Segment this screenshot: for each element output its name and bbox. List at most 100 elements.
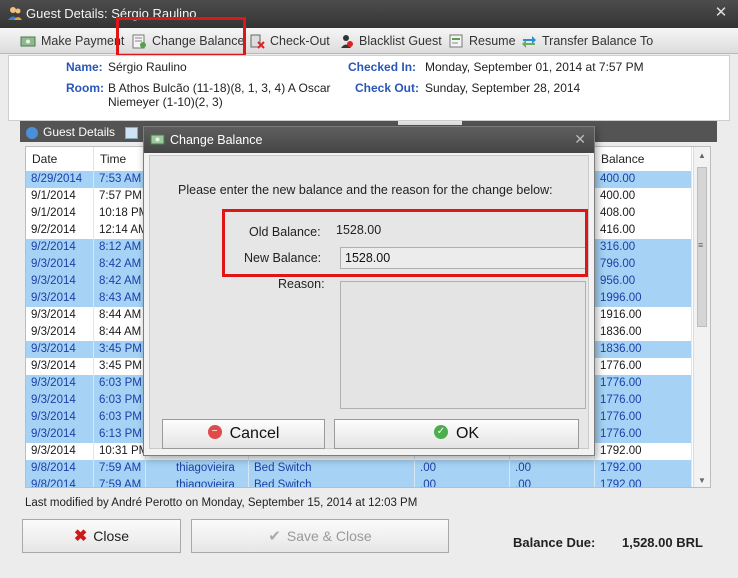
transfer-icon [522,35,536,48]
cell-time: 6:03 PM [94,392,146,409]
guest-name: Sérgio Raulino [108,60,187,74]
ok-label: OK [455,425,480,442]
name-label: Name: [66,60,103,74]
cell-date: 9/3/2014 [26,273,94,290]
cell-balance: 1996.00 [595,290,692,307]
transfer-balance-label: Transfer Balance To [542,34,654,48]
tab-guest-details[interactable]: Guest Details [26,123,115,142]
cell-time: 7:57 PM [94,188,146,205]
cell-time: 7:53 AM [94,171,146,188]
cell-date: 9/3/2014 [26,341,94,358]
check-out-label-info: Check Out: [355,81,420,95]
guest-tab-icon [26,126,38,139]
transfer-balance-button[interactable]: Transfer Balance To [521,28,653,54]
cell-balance: 796.00 [595,256,692,273]
cell-date: 9/3/2014 [26,324,94,341]
cell-date: 9/2/2014 [26,222,94,239]
window-close-button[interactable]: ✕ [712,3,730,23]
dialog-title: Change Balance [170,133,263,147]
blacklist-icon [341,34,353,48]
cell-date: 9/2/2014 [26,239,94,256]
save-close-button[interactable]: ✔ Save & Close [191,519,449,553]
cell-time: 7:59 AM [94,460,146,477]
cell-balance: 1776.00 [595,375,692,392]
cell-balance: 1776.00 [595,358,692,375]
dialog-body: Please enter the new balance and the rea… [149,155,589,449]
cancel-icon: − [207,424,222,439]
cell-time: 6:03 PM [94,409,146,426]
make-payment-label: Make Payment [41,34,125,48]
last-modified-text: Last modified by André Perotto on Monday… [25,497,418,509]
cell-time: 8:44 AM [94,324,146,341]
title-bar: Guest Details: Sérgio Raulino ✕ [0,0,738,28]
close-button[interactable]: ✖ Close [22,519,181,553]
table-row[interactable]: 9/8/2014 7:59 AM thiagovieira Bed Switch .00… [26,460,692,477]
dialog-title-bar: Change Balance [144,127,594,153]
payment-icon [20,36,36,47]
column-header-balance[interactable]: Balance [595,147,692,171]
cell-balance: 1792.00 [595,443,692,460]
cell-time: 12:14 AM [94,222,146,239]
dialog-cancel-button[interactable]: − Cancel [162,419,325,449]
cell-user: thiagovieira [171,460,249,477]
cell-time: 10:18 PM [94,205,146,222]
room-line1: B Athos Bulcão (11-18)(8, 1, 3, 4) A Osc… [108,81,331,95]
cell-desc: Bed Switch [249,460,415,477]
make-payment-button[interactable]: Make Payment [20,28,124,54]
balance-due-value: 1,528.00 BRL [622,535,703,550]
cell-desc: Bed Switch [249,477,415,487]
cell-date: 9/8/2014 [26,460,94,477]
highlight-change-balance [116,17,246,57]
cell-date: 9/3/2014 [26,307,94,324]
cancel-label: Cancel [229,425,280,442]
checkout-icon [250,34,265,49]
cell-date: 9/3/2014 [26,443,94,460]
cell-time: 10:31 PM [94,443,146,460]
check-out-label: Check-Out [270,34,330,48]
cell-date: 9/1/2014 [26,205,94,222]
resume-button[interactable]: Resume [448,28,516,54]
cell-balance: 1776.00 [595,426,692,443]
cell-date: 9/1/2014 [26,188,94,205]
cell-time: 6:13 PM [94,426,146,443]
save-close-label: Save & Close [286,528,372,544]
grid-vertical-scrollbar[interactable]: ▲ ≡ ▼ [693,147,710,487]
cell-balance: 400.00 [595,171,692,188]
table-row[interactable]: 9/8/2014 7:59 AM thiagovieira Bed Switch .00… [26,477,692,487]
checked-in-label: Checked In: [348,60,417,74]
reason-textarea[interactable] [340,281,586,409]
cell-date: 9/3/2014 [26,358,94,375]
blacklist-guest-label: Blacklist Guest [359,34,442,48]
scroll-down-icon[interactable]: ▼ [698,476,706,485]
cell-date: 9/8/2014 [26,477,94,487]
cell-time: 7:59 AM [94,477,146,487]
dialog-close-button[interactable]: ✕ [574,131,586,148]
money-icon [150,134,165,145]
cell-date: 9/3/2014 [26,409,94,426]
dialog-ok-button[interactable]: ✓ OK [334,419,579,449]
check-out-value: Sunday, September 28, 2014 [425,81,581,95]
cell-balance: 956.00 [595,273,692,290]
scroll-grip-icon: ≡ [698,240,704,250]
tab-second[interactable] [125,123,138,142]
ledger-tab-icon [125,126,138,139]
cell-c2: .00 [510,477,595,487]
column-header-time[interactable]: Time [94,147,146,171]
cell-balance: 416.00 [595,222,692,239]
cell-date: 8/29/2014 [26,171,94,188]
checked-in-value: Monday, September 01, 2014 at 7:57 PM [425,60,644,74]
dialog-instruction: Please enter the new balance and the rea… [178,183,553,197]
resume-icon [449,34,463,48]
blacklist-guest-button[interactable]: Blacklist Guest [338,28,442,54]
check-out-button[interactable]: Check-Out [249,28,330,54]
close-x-icon: ✖ [73,528,88,545]
cell-time: 8:42 AM [94,256,146,273]
cell-time: 8:44 AM [94,307,146,324]
cell-date: 9/3/2014 [26,392,94,409]
scroll-up-icon[interactable]: ▲ [698,151,706,160]
room-label: Room: [66,81,104,95]
cell-time: 3:45 PM [94,358,146,375]
close-button-label: Close [93,528,130,544]
ok-check-icon: ✓ [433,424,448,439]
column-header-date[interactable]: Date [26,147,94,171]
